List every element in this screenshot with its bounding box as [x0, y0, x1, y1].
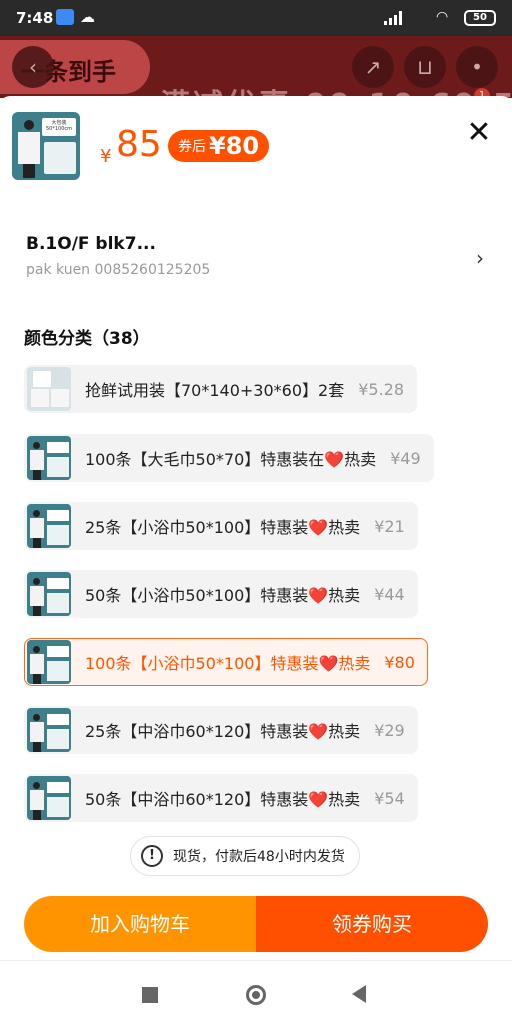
option-price: ¥29	[374, 720, 405, 740]
product-thumbnail[interactable]: 大包装 50*100cm	[12, 112, 80, 180]
thumbnail-card: 大包装 50*100cm	[42, 118, 76, 136]
coupon-price-badge: 券后 ¥80	[168, 130, 270, 162]
option-label: 50条【小浴巾50*100】特惠装❤️热卖	[85, 586, 361, 605]
add-to-cart-button[interactable]: 加入购物车	[24, 896, 256, 952]
home-button[interactable]	[246, 985, 266, 1005]
system-nav-bar	[0, 960, 512, 1024]
sku-option[interactable]: 50条【小浴巾50*100】特惠装❤️热卖 ¥44	[24, 570, 418, 618]
shipping-note-text: 现货，付款后48小时内发货	[173, 849, 345, 865]
option-label: 100条【小浴巾50*100】特惠装❤️热卖	[85, 654, 371, 673]
sku-option[interactable]: 100条【大毛巾50*70】特惠装在❤️热卖 ¥49	[24, 434, 434, 482]
option-thumbnail	[27, 640, 71, 684]
option-label: 25条【小浴巾50*100】特惠装❤️热卖	[85, 518, 361, 537]
option-price: ¥80	[384, 652, 415, 672]
battery-icon: 50	[464, 10, 496, 26]
color-category-title: 颜色分类（38）	[24, 329, 150, 349]
option-label: 50条【中浴巾60*120】特惠装❤️热卖	[85, 790, 361, 809]
option-thumbnail	[27, 436, 71, 480]
coupon-amount: ¥80	[209, 132, 260, 160]
buy-with-coupon-button[interactable]: 领券购买	[256, 896, 488, 952]
address-name: B.1O/F blk7...	[26, 234, 156, 254]
option-price: ¥5.28	[358, 379, 405, 399]
option-label: 100条【大毛巾50*70】特惠装在❤️热卖	[85, 450, 377, 469]
option-label: 抢鲜试用装【70*140+30*60】2套	[85, 381, 345, 400]
cart-icon[interactable]: ⊔	[404, 46, 446, 88]
chevron-right-icon: ›	[476, 246, 484, 270]
close-icon[interactable]: ✕	[464, 118, 494, 148]
option-price: ¥49	[390, 448, 421, 468]
wifi-icon: ◠	[436, 9, 449, 25]
sku-option[interactable]: 25条【中浴巾60*120】特惠装❤️热卖 ¥29	[24, 706, 418, 754]
cloud-icon: ☁	[80, 8, 95, 26]
sku-option-selected[interactable]: 100条【小浴巾50*100】特惠装❤️热卖 ¥80	[24, 638, 428, 686]
status-bar: 7:48 ☁ ◠ 50	[0, 0, 512, 36]
share-icon[interactable]: ↗	[352, 46, 394, 88]
back-arrow-icon[interactable]: ‹	[12, 46, 54, 88]
option-thumbnail	[27, 367, 71, 411]
sku-selector-sheet: 大包装 50*100cm ¥ 85 券后 ¥80 ✕ B.1O/F blk7..…	[0, 96, 512, 960]
status-time: 7:48	[16, 9, 54, 27]
address-detail: pak kuen 0085260125205	[26, 262, 211, 278]
option-thumbnail	[27, 504, 71, 548]
sku-option[interactable]: 50条【中浴巾60*120】特惠装❤️热卖 ¥54	[24, 774, 418, 822]
sku-option[interactable]: 25条【小浴巾50*100】特惠装❤️热卖 ¥21	[24, 502, 418, 550]
option-price: ¥44	[374, 584, 405, 604]
option-price: ¥54	[374, 788, 405, 808]
recents-button[interactable]	[142, 987, 158, 1003]
sku-option[interactable]: 抢鲜试用装【70*140+30*60】2套 ¥5.28	[24, 365, 418, 413]
back-button[interactable]	[352, 985, 366, 1003]
background-header: 一条到手 满减优惠 99-10 69-5 ‹ ↗ ⊔ • 1	[0, 36, 512, 98]
info-icon: !	[141, 845, 163, 867]
option-thumbnail	[27, 572, 71, 616]
option-thumbnail	[27, 708, 71, 752]
shipping-note: ! 现货，付款后48小时内发货	[130, 836, 360, 876]
product-price: 85	[116, 124, 162, 165]
price-currency: ¥	[100, 146, 112, 167]
coupon-label: 券后	[178, 139, 206, 155]
option-thumbnail	[27, 776, 71, 820]
app-notification-icon	[56, 9, 74, 25]
signal-icon	[384, 11, 402, 25]
more-icon[interactable]: •	[456, 46, 498, 88]
option-label: 25条【中浴巾60*120】特惠装❤️热卖	[85, 722, 361, 741]
option-price: ¥21	[374, 516, 405, 536]
